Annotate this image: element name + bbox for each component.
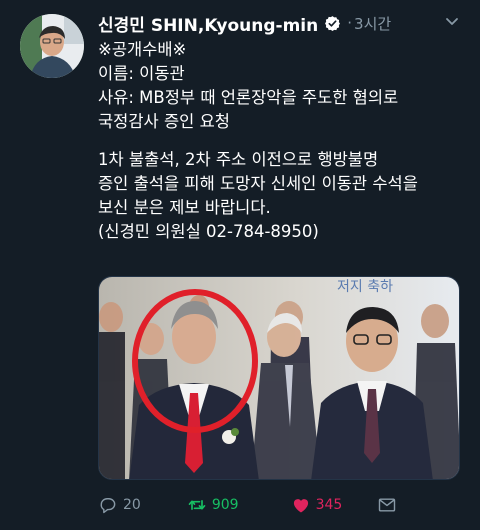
verified-badge-icon [325,15,341,31]
reply-button[interactable]: 20 [98,495,141,515]
tweet-text-line: 국정감사 증인 요청 [98,112,230,131]
header-separator: · [347,14,353,32]
direct-message-button[interactable] [377,495,402,515]
tweet-text-line: 이름: 이동관 [98,64,185,83]
tweet-text-line: ※공개수배※ [98,40,187,59]
avatar[interactable] [20,14,84,78]
tweet-text-line: 보신 분은 제보 바랍니다. [98,198,271,217]
tweet-text-line: 증인 출석을 피해 도망자 신세인 이동관 수석을 [98,174,418,193]
author-name[interactable]: 신경민 SHIN,Kyoung-min [98,11,318,36]
like-count: 345 [315,497,343,513]
like-button[interactable]: 345 [291,495,343,515]
tweet-card[interactable]: 신경민 SHIN,Kyoung-min · 3시간 ※공개수배※ 이름: 이동관… [0,0,480,530]
reply-count: 20 [123,497,141,513]
retweet-button[interactable]: 909 [187,495,239,515]
heart-icon [293,499,308,513]
tweet-text-line: (신경민 의원실 02-784-8950) [98,222,319,241]
chevron-down-icon[interactable] [444,13,460,29]
photo-background-text: 저지 축하 [337,279,393,295]
tweet-timestamp[interactable]: 3시간 [354,13,391,34]
reply-icon [100,498,116,514]
tweet-photo[interactable]: 저지 축하 [98,276,460,480]
photo-image: 저지 축하 [99,277,459,479]
tweet-header: 신경민 SHIN,Kyoung-min · 3시간 [98,10,460,36]
direct-message-icon [378,498,396,512]
tweet-actions: 20 909 345 [98,492,460,518]
retweet-count: 909 [211,497,239,513]
tweet-text: ※공개수배※ 이름: 이동관 사유: MB정부 때 언론장악을 주도한 혐의로 … [98,38,468,244]
avatar-image [20,14,84,78]
tweet-text-line: 사유: MB정부 때 언론장악을 주도한 혐의로 [98,88,399,107]
retweet-icon [188,500,206,510]
tweet-text-line: 1차 불출석, 2차 주소 이전으로 행방불명 [98,150,379,169]
